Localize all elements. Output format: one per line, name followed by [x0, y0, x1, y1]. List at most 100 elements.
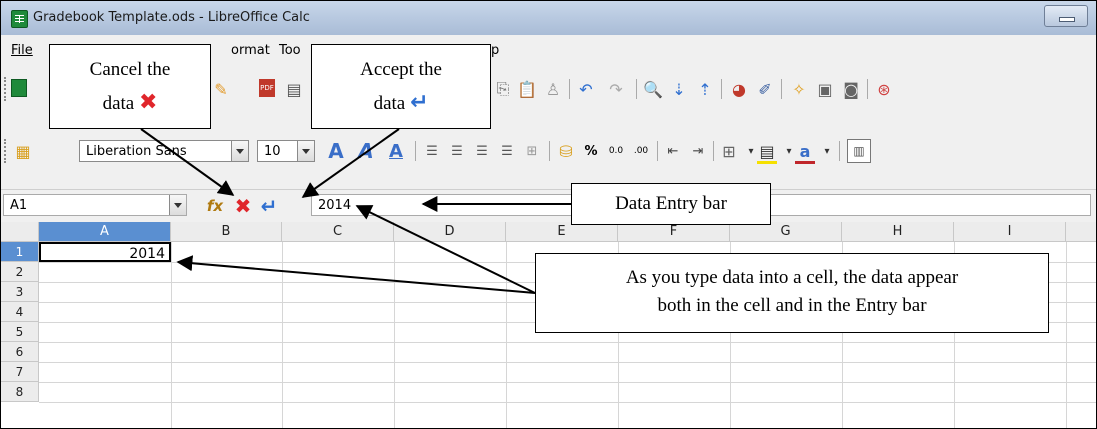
merge-cells-icon[interactable]: ⊞	[522, 141, 542, 161]
cancel-callout-line2-wrap: data ✖	[50, 86, 210, 120]
input-line-value: 2014	[318, 198, 352, 213]
increase-indent-icon[interactable]: ⇥	[688, 141, 708, 161]
separator	[569, 79, 570, 99]
window-title: Gradebook Template.ods - LibreOffice Cal…	[33, 10, 310, 25]
grid-line	[282, 242, 283, 428]
grid-line	[171, 242, 172, 428]
cell-reference: A1	[10, 198, 28, 213]
decrease-indent-icon[interactable]: ⇤	[663, 141, 683, 161]
separator	[781, 79, 782, 99]
column-header-h[interactable]: H	[842, 222, 954, 242]
bold-icon[interactable]: A	[326, 139, 346, 163]
row-header-5[interactable]: 5	[1, 322, 39, 342]
column-header-c[interactable]: C	[282, 222, 394, 242]
chevron-down-icon[interactable]: ▾	[817, 141, 837, 161]
accept-callout-line2-wrap: data ↵	[312, 86, 490, 120]
grid-line	[39, 402, 1096, 403]
font-name-box[interactable]: Liberation Sans	[79, 140, 249, 162]
background-color-icon[interactable]: ▤	[757, 141, 777, 164]
row-header-7[interactable]: 7	[1, 362, 39, 382]
data-sources-icon[interactable]: ◙	[841, 79, 861, 99]
gallery-icon[interactable]: ▣	[815, 79, 835, 99]
standard-format-icon[interactable]: 0.0	[606, 141, 626, 161]
chevron-down-icon[interactable]	[169, 195, 186, 215]
column-header-d[interactable]: D	[394, 222, 506, 242]
percent-format-icon[interactable]: %	[581, 141, 601, 161]
row-header-8[interactable]: 8	[1, 382, 39, 402]
menu-format[interactable]: ormat	[231, 43, 270, 58]
grid-line	[1066, 242, 1067, 428]
toolbar-grip[interactable]	[4, 139, 9, 163]
underline-icon[interactable]: A	[386, 141, 406, 162]
font-name-value: Liberation Sans	[86, 144, 187, 159]
separator	[549, 141, 550, 161]
separator	[415, 141, 416, 161]
help-icon[interactable]: ⊛	[874, 79, 894, 99]
cancel-x-icon: ✖	[138, 90, 158, 115]
row-header-6[interactable]: 6	[1, 342, 39, 362]
row-header-3[interactable]: 3	[1, 282, 39, 302]
separator	[721, 79, 722, 99]
italic-icon[interactable]: A	[356, 139, 376, 163]
borders-icon[interactable]: ⊞	[719, 141, 739, 161]
align-center-icon[interactable]: ☰	[447, 141, 467, 161]
align-right-icon[interactable]: ☰	[472, 141, 492, 161]
styles-icon[interactable]: ▦	[13, 141, 33, 161]
sort-descending-icon[interactable]: ⇡	[695, 79, 715, 99]
corner-cell[interactable]	[1, 222, 39, 242]
column-header-g[interactable]: G	[730, 222, 842, 242]
minimize-button[interactable]	[1044, 5, 1088, 27]
column-header-j[interactable]	[1066, 222, 1096, 242]
cancel-icon[interactable]: ✖	[233, 194, 253, 218]
redo-icon[interactable]: ↷	[606, 79, 626, 99]
column-header-i[interactable]: I	[954, 222, 1066, 242]
row-header-1[interactable]: 1	[1, 242, 39, 262]
justify-icon[interactable]: ☰	[497, 141, 517, 161]
menu-help[interactable]: p	[491, 43, 499, 58]
sort-ascending-icon[interactable]: ⇣	[669, 79, 689, 99]
draw-functions-icon[interactable]: ✐	[755, 79, 775, 99]
column-header-b[interactable]: B	[171, 222, 282, 242]
grid-line	[39, 382, 1096, 383]
print-icon[interactable]: ▤	[284, 79, 304, 99]
grid-line	[39, 362, 1096, 363]
font-color-icon[interactable]: a	[795, 141, 815, 164]
clone-formatting-icon[interactable]: ♙	[543, 79, 563, 99]
title-bar: Gradebook Template.ods - LibreOffice Cal…	[1, 1, 1096, 36]
currency-format-icon[interactable]: ⛁	[556, 141, 576, 161]
cell-a1[interactable]: 2014	[39, 242, 171, 262]
navigator-icon[interactable]: ✧	[789, 79, 809, 99]
column-header-e[interactable]: E	[506, 222, 618, 242]
name-box[interactable]: A1	[3, 194, 187, 216]
function-wizard-icon[interactable]: fx	[205, 196, 225, 216]
accept-callout: Accept the data ↵	[311, 44, 491, 129]
menu-tools[interactable]: Too	[279, 43, 301, 58]
align-left-icon[interactable]: ☰	[422, 141, 442, 161]
paste-icon[interactable]: 📋	[517, 79, 537, 99]
accept-icon[interactable]: ↵	[259, 194, 279, 218]
row-header-2[interactable]: 2	[1, 262, 39, 282]
chevron-down-icon[interactable]	[231, 141, 248, 161]
menu-file[interactable]: File	[11, 43, 33, 58]
row-header-4[interactable]: 4	[1, 302, 39, 322]
new-document-icon[interactable]	[11, 79, 27, 97]
grid-line	[39, 342, 1096, 343]
separator	[839, 141, 840, 161]
edit-icon[interactable]: ✎	[211, 79, 231, 99]
app-window: Gradebook Template.ods - LibreOffice Cal…	[0, 0, 1097, 429]
add-decimal-icon[interactable]: .00	[631, 141, 651, 161]
insert-chart-icon[interactable]: ◕	[729, 79, 749, 99]
chevron-down-icon[interactable]	[297, 141, 314, 161]
cancel-callout-line1: Cancel the	[89, 59, 171, 80]
export-pdf-icon[interactable]: PDF	[259, 79, 275, 97]
find-replace-icon[interactable]: 🔍	[643, 79, 663, 99]
toolbar-grip[interactable]	[4, 77, 9, 101]
undo-icon[interactable]: ↶	[576, 79, 596, 99]
copy-icon[interactable]: ⎘	[493, 79, 513, 99]
type-note-line1: As you type data into a cell, the data a…	[625, 267, 959, 288]
column-header-f[interactable]: F	[618, 222, 730, 242]
toggle-grid-icon[interactable]: ▥	[847, 139, 871, 163]
separator	[867, 79, 868, 99]
font-size-box[interactable]: 10	[257, 140, 315, 162]
column-header-a[interactable]: A	[39, 222, 171, 242]
